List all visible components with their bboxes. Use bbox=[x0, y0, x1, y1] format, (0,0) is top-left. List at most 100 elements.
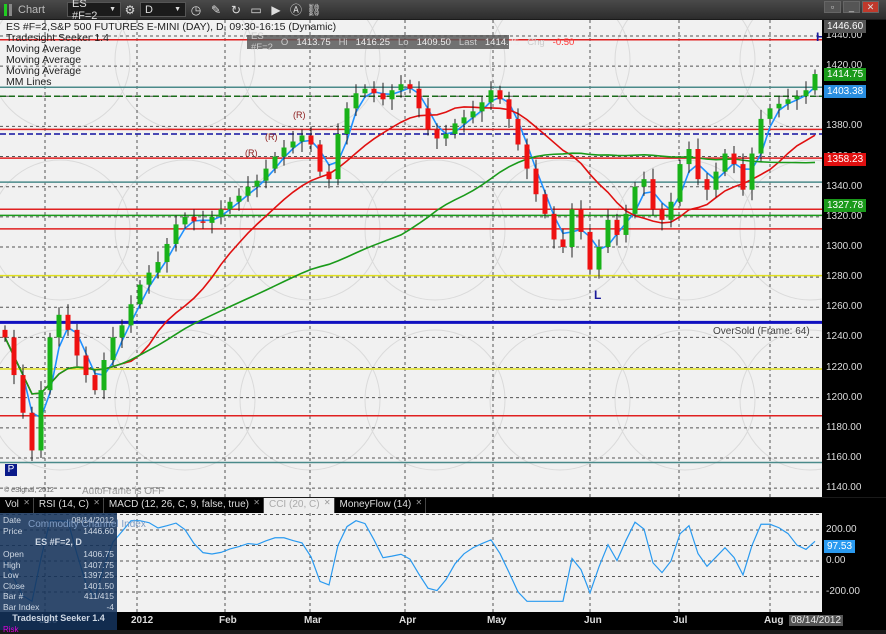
candle-body bbox=[137, 284, 143, 305]
candle-body bbox=[173, 224, 179, 244]
close-tab-icon[interactable]: ✕ bbox=[324, 498, 331, 507]
a-circle-icon[interactable]: Ⓐ bbox=[288, 2, 304, 17]
dw-row-value: 1406.75 bbox=[83, 549, 114, 559]
candle-body bbox=[722, 153, 728, 172]
close-icon[interactable]: ✕ bbox=[862, 1, 879, 13]
candle-body bbox=[218, 209, 224, 217]
restore-window-icon[interactable]: ▫ bbox=[824, 1, 841, 13]
cci-value-tag: 97.53 bbox=[824, 539, 856, 553]
candle-body bbox=[533, 168, 539, 195]
candle-body bbox=[434, 129, 440, 139]
candle-body bbox=[182, 216, 188, 225]
background-swirl bbox=[0, 159, 131, 301]
candle-body bbox=[614, 219, 620, 235]
quote-high: 1416.25 bbox=[355, 36, 390, 48]
dw-row-value: 1401.50 bbox=[83, 580, 114, 591]
background-swirl bbox=[114, 159, 256, 301]
study-tab[interactable]: Vol ✕ bbox=[0, 498, 34, 513]
symbol-value: ES #F=2 bbox=[72, 0, 98, 22]
moving-average-line bbox=[4, 152, 816, 395]
dw-row: Low 1397.25 bbox=[3, 570, 114, 581]
p-marker[interactable]: P bbox=[5, 464, 17, 476]
candle-body bbox=[380, 93, 386, 100]
candle-body bbox=[731, 153, 737, 165]
study-tab[interactable]: CCI (20, C) ✕ bbox=[263, 498, 335, 513]
time-axis-label: 2012 bbox=[131, 615, 154, 626]
cursor-date: 08/14/2012 bbox=[789, 615, 844, 626]
interval-select[interactable]: D ▼ bbox=[140, 2, 186, 17]
study-tab[interactable]: RSI (14, C) ✕ bbox=[34, 498, 104, 513]
candle-body bbox=[659, 209, 665, 220]
candle-body bbox=[191, 216, 197, 222]
price-axis-label: 1320.00 bbox=[826, 210, 863, 222]
close-tab-icon[interactable]: ✕ bbox=[416, 498, 423, 507]
dw-row-label: Bar Index bbox=[3, 601, 40, 612]
study-tab[interactable]: MoneyFlow (14) ✕ bbox=[335, 498, 427, 513]
refresh-icon[interactable]: ↻ bbox=[228, 2, 244, 17]
play-icon[interactable]: ▶ bbox=[268, 2, 284, 17]
price-axis[interactable]: 1440.001420.001400.001380.001360.001340.… bbox=[822, 20, 886, 497]
candle-body bbox=[38, 390, 44, 451]
candle-body bbox=[245, 186, 251, 196]
candle-body bbox=[587, 231, 593, 270]
candle-body bbox=[506, 99, 512, 119]
low-marker: L bbox=[594, 288, 602, 302]
quote-open-label: O bbox=[280, 36, 289, 48]
candle-body bbox=[353, 93, 359, 109]
screen-icon[interactable]: ▭ bbox=[248, 2, 264, 17]
quote-low-label: Lo bbox=[397, 36, 409, 48]
candle-body bbox=[569, 209, 575, 247]
candle-body bbox=[92, 375, 98, 391]
candle-body bbox=[560, 239, 566, 247]
candle-body bbox=[704, 179, 710, 190]
candle-body bbox=[749, 153, 755, 190]
candle-body bbox=[11, 337, 17, 376]
dw-symbol: ES #F=2, D bbox=[35, 537, 82, 547]
candle-body bbox=[128, 304, 134, 326]
candle-body bbox=[308, 135, 314, 145]
pencil-icon[interactable]: ✎ bbox=[208, 2, 224, 17]
gear-icon[interactable]: ⚙ bbox=[122, 2, 138, 17]
time-axis-label: Jun bbox=[584, 615, 602, 626]
minimize-icon[interactable]: _ bbox=[843, 1, 860, 13]
clock-icon[interactable]: ◷ bbox=[188, 2, 204, 17]
candle-body bbox=[596, 246, 602, 270]
time-axis-label: Jul bbox=[673, 615, 688, 626]
link-icon[interactable]: ⛓ bbox=[306, 2, 322, 17]
candle-body bbox=[650, 179, 656, 210]
close-tab-icon[interactable]: ✕ bbox=[253, 498, 260, 507]
price-tag: 1403.38 bbox=[824, 85, 867, 99]
candle-body bbox=[281, 147, 287, 157]
study-tabs: Vol ✕ RSI (14, C) ✕ MACD (12, 26, C, 9, fals… bbox=[0, 498, 822, 513]
candle-body bbox=[758, 118, 764, 154]
price-axis-label: 1280.00 bbox=[826, 271, 863, 283]
time-axis[interactable]: AugJulJunMayAprMarFeb2012Dec 08/14/2012 bbox=[0, 612, 886, 630]
candle-body bbox=[605, 219, 611, 247]
candle-body bbox=[416, 88, 422, 109]
dw-row-label: Open bbox=[3, 549, 24, 559]
time-axis-label: Mar bbox=[304, 615, 322, 626]
candle-body bbox=[47, 337, 53, 391]
candle-body bbox=[29, 412, 35, 451]
background-swirl bbox=[364, 159, 506, 301]
background-swirl bbox=[739, 329, 822, 471]
dw-row: Bar Index -4 bbox=[3, 602, 114, 613]
candle-body bbox=[488, 90, 494, 103]
symbol-select[interactable]: ES #F=2 ▼ bbox=[67, 0, 121, 22]
price-chart[interactable]: ES #F=2,S&P 500 FUTURES E-MINI (DAY), D,… bbox=[0, 20, 822, 497]
reversal-marker: (R) bbox=[293, 110, 306, 120]
data-window: Date 08/14/2012 Price 1446.60 ES #F=2, D O… bbox=[0, 513, 117, 634]
cci-study-name: Commodity Channel Index bbox=[28, 519, 146, 530]
candle-body bbox=[227, 201, 233, 210]
autoframe-status: AutoFrame is OFF bbox=[82, 486, 165, 497]
close-tab-icon[interactable]: ✕ bbox=[23, 498, 30, 507]
study-tab[interactable]: MACD (12, 26, C, 9, false, true) ✕ bbox=[104, 498, 264, 513]
app-title: Chart bbox=[18, 3, 45, 16]
candle-body bbox=[632, 186, 638, 214]
close-tab-icon[interactable]: ✕ bbox=[93, 498, 100, 507]
study-legend-mm-lines[interactable]: MM Lines bbox=[6, 76, 52, 88]
price-axis-label: 1160.00 bbox=[826, 451, 862, 463]
candle-body bbox=[677, 164, 683, 202]
candle-body bbox=[623, 213, 629, 235]
price-chart-canvas[interactable] bbox=[0, 20, 822, 497]
